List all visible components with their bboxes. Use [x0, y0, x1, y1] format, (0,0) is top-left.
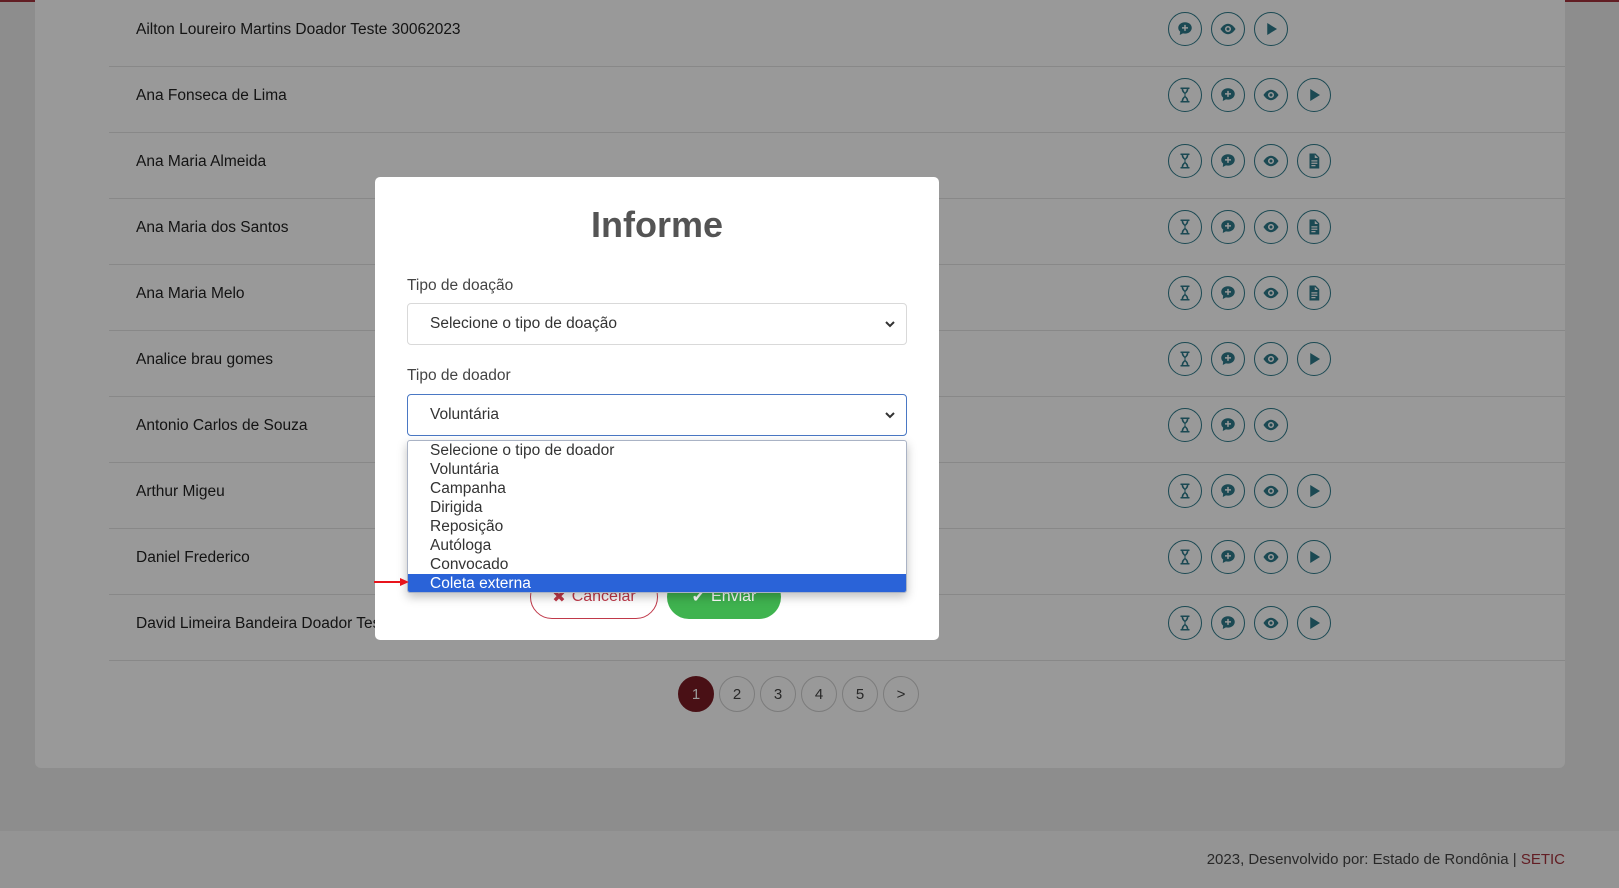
donation-type-value: Selecione o tipo de doação	[430, 315, 618, 332]
chevron-down-icon	[885, 321, 895, 328]
donor-type-label: Tipo de doador	[407, 367, 511, 384]
pointer-arrow-icon	[374, 578, 409, 586]
donor-type-option[interactable]: Dirigida	[408, 498, 906, 517]
donor-type-option[interactable]: Voluntária	[408, 460, 906, 479]
chevron-down-icon	[885, 412, 895, 419]
modal-title: Informe	[590, 204, 723, 245]
donor-type-option[interactable]: Convocado	[408, 555, 906, 574]
donor-type-option[interactable]: Campanha	[408, 479, 906, 498]
donor-type-options: Selecione o tipo de doador Voluntária Camp…	[407, 440, 907, 593]
donation-type-select[interactable]: Selecione o tipo de doação	[407, 303, 907, 345]
donor-type-option[interactable]: Reposição	[408, 517, 906, 536]
donor-type-value: Voluntária	[430, 406, 499, 423]
donor-type-option[interactable]: Selecione o tipo de doador	[408, 441, 906, 460]
donor-type-option[interactable]: Coleta externa	[408, 574, 906, 592]
donation-type-label: Tipo de doação	[407, 277, 514, 294]
donor-type-select[interactable]: Voluntária	[407, 394, 907, 436]
donor-type-option[interactable]: Autóloga	[408, 536, 906, 555]
